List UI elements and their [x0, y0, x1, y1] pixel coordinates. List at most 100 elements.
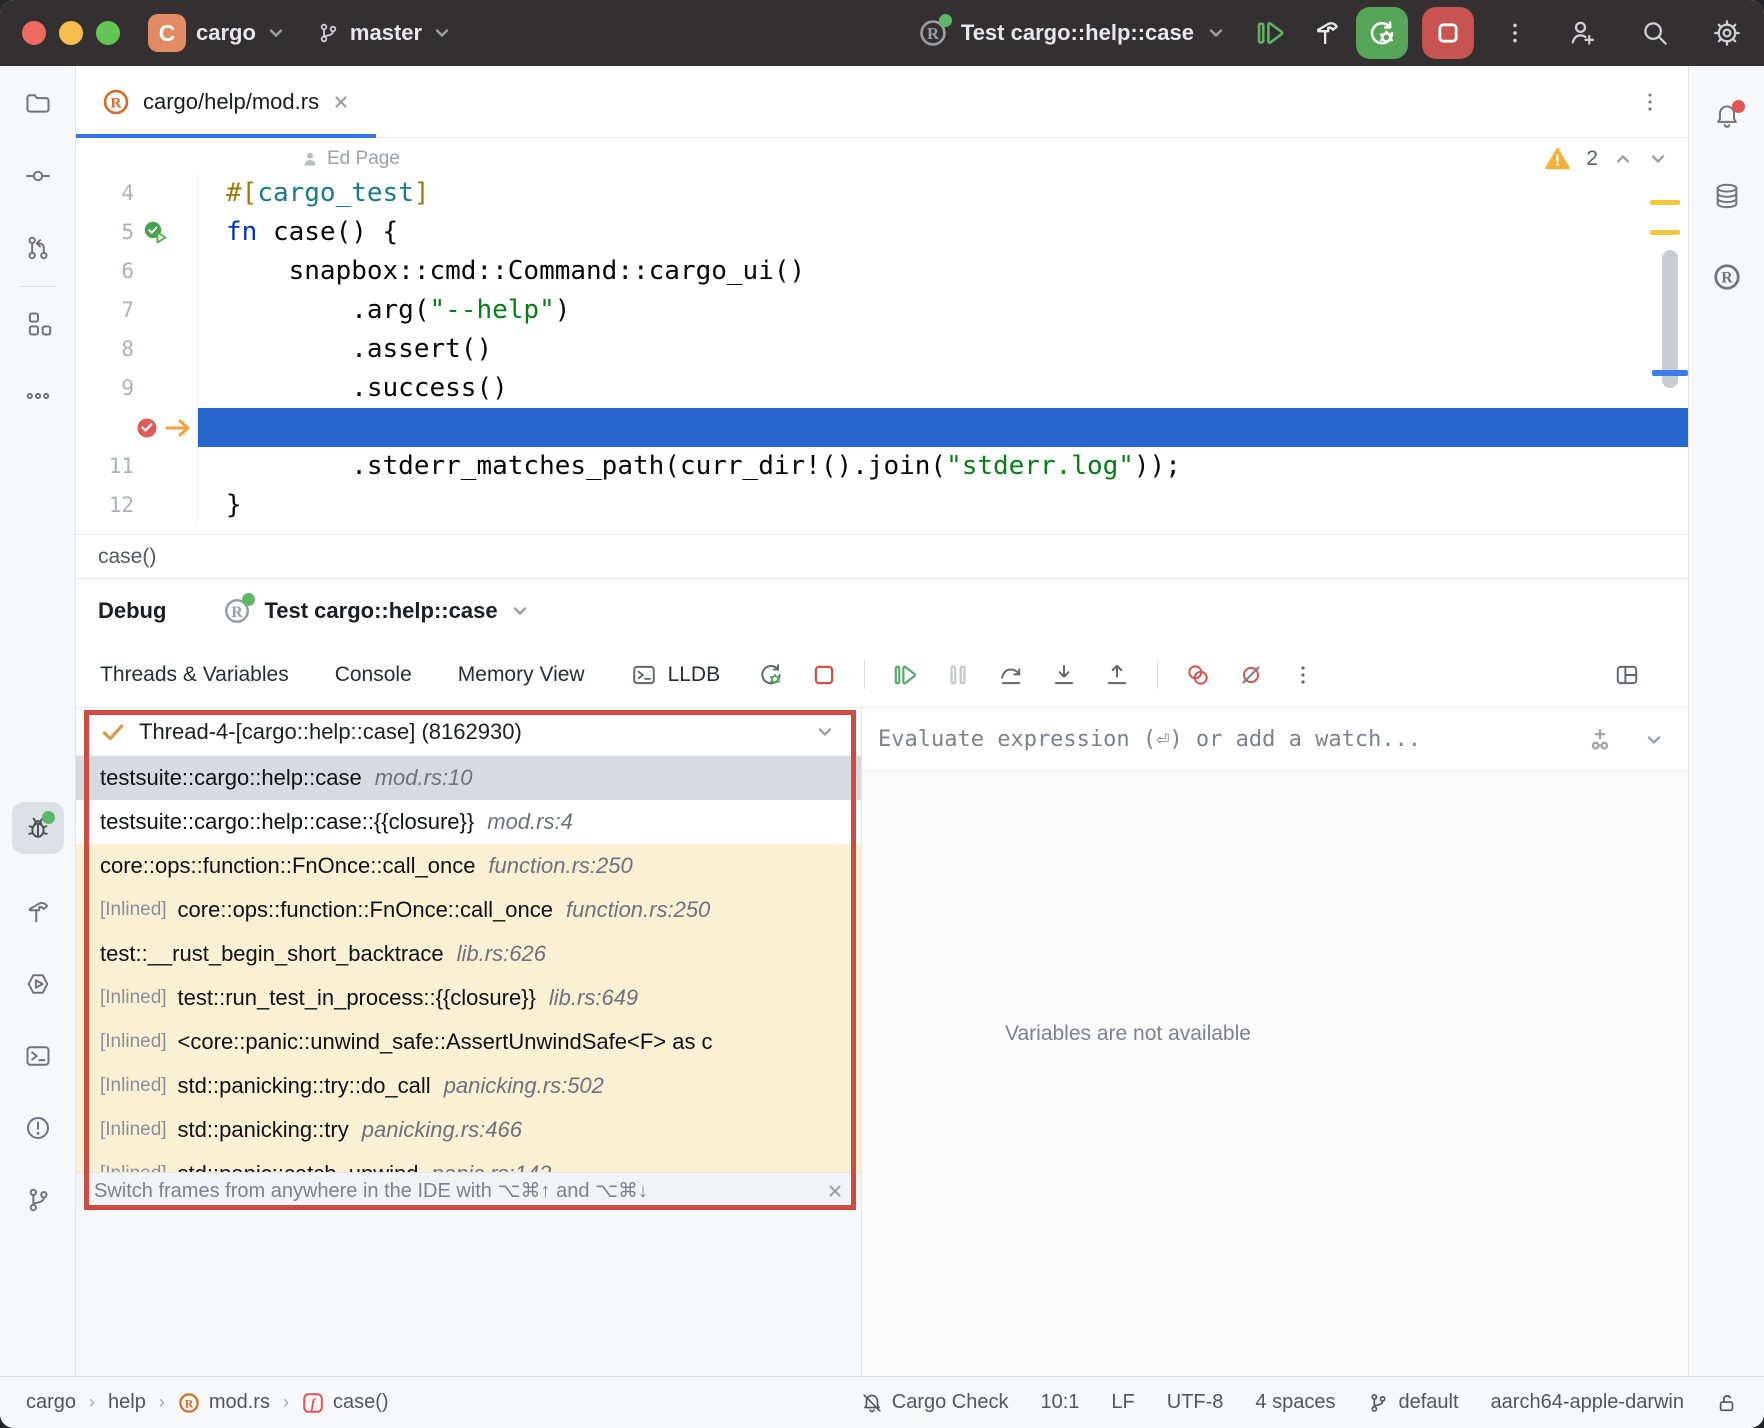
- breadcrumb-module[interactable]: cargo: [26, 1391, 76, 1414]
- close-window-button[interactable]: [22, 21, 46, 45]
- git-tool-icon[interactable]: [24, 1186, 52, 1214]
- stack-frame[interactable]: testsuite::cargo::help::case::{{closure}…: [76, 800, 861, 844]
- commit-tool-icon[interactable]: [24, 162, 52, 190]
- more-tools-icon[interactable]: [24, 382, 52, 410]
- debug-session-selector[interactable]: R Test cargo::help::case: [222, 596, 529, 626]
- target-platform-widget[interactable]: aarch64-apple-darwin: [1491, 1391, 1684, 1414]
- line-separator-widget[interactable]: LF: [1111, 1391, 1134, 1414]
- gutter[interactable]: 8: [76, 330, 197, 369]
- step-over-icon[interactable]: [998, 662, 1024, 688]
- gutter[interactable]: 6: [76, 252, 197, 291]
- rust-tool-icon[interactable]: R: [1712, 262, 1742, 290]
- editor-options-kebab-icon[interactable]: [1638, 90, 1662, 114]
- warning-stripe-mark[interactable]: [1650, 230, 1680, 235]
- minimize-window-button[interactable]: [59, 21, 83, 45]
- code-line-execution[interactable]: .stdout_matches_path(curr_dir!().join("s…: [76, 408, 1688, 447]
- prev-warning-icon[interactable]: [1613, 149, 1633, 169]
- stack-frame[interactable]: [Inlined]<core::panic::unwind_safe::Asse…: [76, 1020, 861, 1064]
- tab-lldb[interactable]: LLDB: [631, 662, 721, 688]
- database-tool-icon[interactable]: [1713, 182, 1741, 210]
- stack-frame[interactable]: [Inlined]std::panicking::try::do_callpan…: [76, 1064, 861, 1108]
- more-actions-kebab-icon[interactable]: [1502, 20, 1528, 46]
- breadcrumb-file[interactable]: R mod.rs: [178, 1391, 270, 1414]
- pull-requests-tool-icon[interactable]: [24, 234, 52, 262]
- vcs-branch-widget[interactable]: master: [316, 20, 452, 46]
- inspections-widget[interactable]: 2: [1544, 146, 1668, 171]
- settings-gear-icon[interactable]: [1712, 18, 1742, 48]
- code-line[interactable]: 6 snapbox::cmd::Command::cargo_ui(): [76, 252, 1688, 291]
- gutter[interactable]: [76, 408, 197, 447]
- code-line[interactable]: 5 fn case() {: [76, 213, 1688, 252]
- stack-frame[interactable]: core::ops::function::FnOnce::call_oncefu…: [76, 844, 861, 888]
- gutter[interactable]: 4: [76, 174, 197, 213]
- gutter[interactable]: 5: [76, 213, 197, 252]
- close-tab-icon[interactable]: [332, 93, 350, 111]
- stack-frame[interactable]: [Inlined]test::run_test_in_process::{{cl…: [76, 976, 861, 1020]
- readonly-lock-icon[interactable]: [1716, 1392, 1738, 1414]
- breadcrumb-function[interactable]: f case(): [302, 1391, 389, 1414]
- lightbulb-icon[interactable]: [274, 415, 493, 447]
- build-tool-icon[interactable]: [24, 898, 52, 926]
- breadcrumb-folder[interactable]: help: [108, 1391, 146, 1414]
- debug-tool-icon[interactable]: [12, 802, 64, 854]
- editor-scrollbar-thumb[interactable]: [1662, 250, 1678, 388]
- tab-console[interactable]: Console: [335, 663, 412, 687]
- cargo-check-widget[interactable]: Cargo Check: [861, 1391, 1009, 1414]
- gutter[interactable]: 11: [76, 447, 197, 486]
- encoding-widget[interactable]: UTF-8: [1167, 1391, 1224, 1414]
- caret-position-widget[interactable]: 10:1: [1040, 1391, 1079, 1414]
- pause-icon[interactable]: [945, 662, 971, 688]
- rerun-debug-button[interactable]: [1356, 7, 1408, 59]
- resume-icon[interactable]: [892, 662, 918, 688]
- thread-selector[interactable]: Thread-4-[cargo::help::case] (8162930): [76, 708, 861, 756]
- search-everywhere-icon[interactable]: [1640, 18, 1670, 48]
- mute-breakpoints-icon[interactable]: [1238, 662, 1264, 688]
- stack-frame[interactable]: [Inlined]std::panicking::trypanicking.rs…: [76, 1108, 861, 1152]
- project-tool-icon[interactable]: [24, 90, 52, 118]
- test-passed-run-icon[interactable]: [142, 219, 170, 247]
- gutter[interactable]: 9: [76, 369, 197, 408]
- add-watch-icon[interactable]: [1586, 726, 1614, 754]
- view-breakpoints-icon[interactable]: [1185, 662, 1211, 688]
- tab-threads-variables[interactable]: Threads & Variables: [100, 663, 289, 687]
- code-line[interactable]: 11 .stderr_matches_path(curr_dir!().join…: [76, 447, 1688, 486]
- debug-more-kebab-icon[interactable]: [1291, 663, 1315, 687]
- problems-tool-icon[interactable]: [24, 1114, 52, 1142]
- code-line[interactable]: 4 #[cargo_test]: [76, 174, 1688, 213]
- gutter[interactable]: 7: [76, 291, 197, 330]
- next-warning-icon[interactable]: [1648, 149, 1668, 169]
- evaluate-expression-field[interactable]: Evaluate expression (⏎) or add a watch..…: [862, 708, 1688, 772]
- project-widget[interactable]: C cargo: [148, 14, 286, 52]
- chevron-down-icon[interactable]: [1644, 730, 1664, 750]
- layout-settings-icon[interactable]: [1614, 662, 1640, 688]
- tab-memory-view[interactable]: Memory View: [458, 663, 585, 687]
- warning-stripe-mark[interactable]: [1650, 200, 1680, 205]
- build-hammer-button[interactable]: [1312, 18, 1342, 48]
- code-line[interactable]: 9 .success(): [76, 369, 1688, 408]
- step-out-icon[interactable]: [1104, 662, 1130, 688]
- code-editor[interactable]: Ed Page 4 #[cargo_test] 5 fn case() { 6: [76, 138, 1688, 534]
- stop-button[interactable]: [1422, 7, 1474, 59]
- notifications-bell-icon[interactable]: [1713, 102, 1741, 130]
- stack-frame[interactable]: [Inlined]core::ops::function::FnOnce::ca…: [76, 888, 861, 932]
- run-tool-icon[interactable]: [24, 970, 52, 998]
- breakpoint-icon[interactable]: [134, 415, 160, 441]
- maximize-window-button[interactable]: [96, 21, 120, 45]
- editor-tab-active[interactable]: R cargo/help/mod.rs: [76, 66, 376, 137]
- resume-program-button[interactable]: [1254, 18, 1284, 48]
- terminal-tool-icon[interactable]: [24, 1042, 52, 1070]
- code-line[interactable]: 12 }: [76, 486, 1688, 525]
- structure-tool-icon[interactable]: [24, 310, 52, 338]
- stack-frame[interactable]: testsuite::cargo::help::casemod.rs:10: [76, 756, 861, 800]
- code-line[interactable]: 7 .arg("--help"): [76, 291, 1688, 330]
- code-line[interactable]: 8 .assert(): [76, 330, 1688, 369]
- breadcrumb-function[interactable]: case(): [98, 545, 156, 569]
- toolchain-widget[interactable]: default: [1367, 1391, 1458, 1414]
- code-with-me-icon[interactable]: [1568, 18, 1598, 48]
- stop-icon[interactable]: [811, 662, 837, 688]
- run-configuration-widget[interactable]: R Test cargo::help::case: [917, 17, 1226, 49]
- rerun-debug-icon[interactable]: [758, 662, 784, 688]
- gutter[interactable]: 12: [76, 486, 197, 525]
- close-banner-icon[interactable]: [827, 1183, 843, 1199]
- execution-stripe-mark[interactable]: [1652, 370, 1688, 376]
